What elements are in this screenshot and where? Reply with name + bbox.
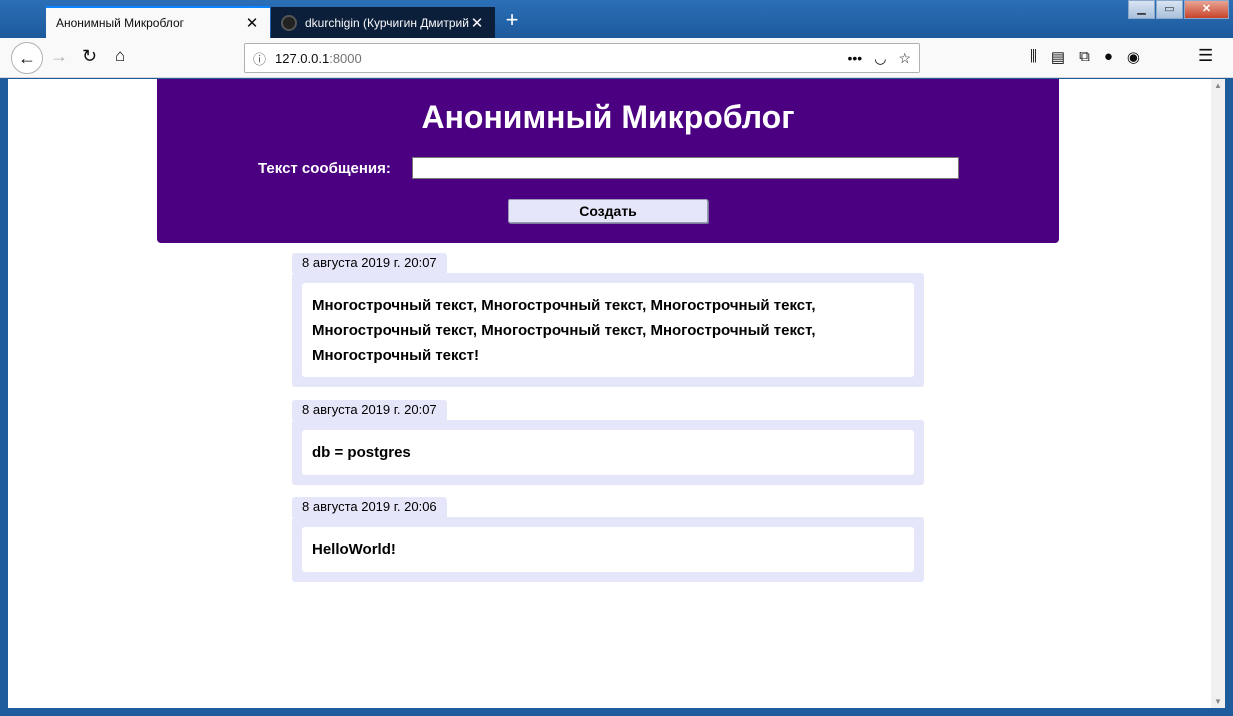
navigation-bar: ← → ↻ ⌂ ⓘ 127.0.0.1:8000 ••• ◡ ☆ ⫼ ▤ ⧉ ●… (0, 38, 1233, 78)
sidebar-icon[interactable]: ▤ (1051, 48, 1065, 66)
page-title: Анонимный Микроблог (421, 99, 795, 135)
tab-title: dkurchigin (Курчигин Дмитрий (305, 15, 469, 30)
post-text: HelloWorld! (302, 527, 914, 572)
maximize-button[interactable]: ▭ (1156, 0, 1183, 19)
post-date: 8 августа 2019 г. 20:06 (292, 497, 447, 517)
post-text: db = postgres (302, 430, 914, 475)
page-content: Анонимный Микроблог Текст сообщения: Соз… (8, 79, 1211, 708)
close-icon[interactable]: ✕ (469, 14, 485, 32)
page-header: Анонимный Микроблог Текст сообщения: Соз… (157, 79, 1059, 243)
github-icon (281, 14, 297, 31)
window-controls: ▁ ▭ ✕ (1127, 0, 1229, 19)
star-icon[interactable]: ☆ (898, 50, 911, 67)
tab-github[interactable]: dkurchigin (Курчигин Дмитрий ✕ (271, 7, 495, 38)
url-host: 127.0.0.1 (275, 50, 330, 66)
create-button[interactable]: Создать (508, 199, 708, 223)
close-window-button[interactable]: ✕ (1184, 0, 1229, 19)
back-arrow-icon[interactable]: ← (11, 42, 43, 74)
address-bar[interactable]: ⓘ 127.0.0.1:8000 ••• ◡ ☆ (244, 43, 920, 73)
message-label: Текст сообщения: (258, 160, 391, 177)
post-date: 8 августа 2019 г. 20:07 (292, 400, 447, 420)
tab-microblog[interactable]: Анонимный Микроблог ✕ (46, 6, 270, 38)
scroll-up-icon[interactable]: ▲ (1214, 81, 1222, 90)
home-icon[interactable]: ⌂ (115, 46, 125, 66)
post-card: HelloWorld! (292, 517, 924, 582)
post-text: Многострочный текст, Многострочный текст… (302, 283, 914, 377)
close-icon[interactable]: ✕ (244, 14, 260, 32)
url-port: :8000 (329, 50, 362, 66)
sync-icon[interactable]: ⧉ (1079, 48, 1090, 66)
forward-arrow-icon[interactable]: → (50, 46, 68, 67)
vertical-scrollbar[interactable]: ▲ ▼ (1211, 79, 1225, 708)
library-icon[interactable]: ⫼ (1030, 48, 1037, 66)
account-icon[interactable]: ◉ (1127, 48, 1140, 66)
toolbar-icons: ⫼ ▤ ⧉ ● ◉ (1030, 48, 1140, 66)
extension-icon[interactable]: ● (1104, 48, 1113, 66)
post-date: 8 августа 2019 г. 20:07 (292, 253, 447, 273)
new-tab-button[interactable]: + (500, 9, 524, 33)
more-icon[interactable]: ••• (848, 50, 863, 67)
hamburger-menu-icon[interactable]: ☰ (1198, 46, 1213, 66)
message-input[interactable] (412, 157, 959, 179)
scroll-down-icon[interactable]: ▼ (1214, 697, 1222, 706)
info-icon[interactable]: ⓘ (253, 49, 275, 68)
post-card: db = postgres (292, 420, 924, 485)
reload-icon[interactable]: ↻ (82, 46, 97, 67)
post-card: Многострочный текст, Многострочный текст… (292, 273, 924, 387)
tab-title: Анонимный Микроблог (56, 16, 184, 30)
title-bar: Анонимный Микроблог ✕ dkurchigin (Курчиг… (0, 0, 1233, 38)
pocket-icon[interactable]: ◡ (874, 50, 886, 67)
minimize-button[interactable]: ▁ (1128, 0, 1155, 19)
